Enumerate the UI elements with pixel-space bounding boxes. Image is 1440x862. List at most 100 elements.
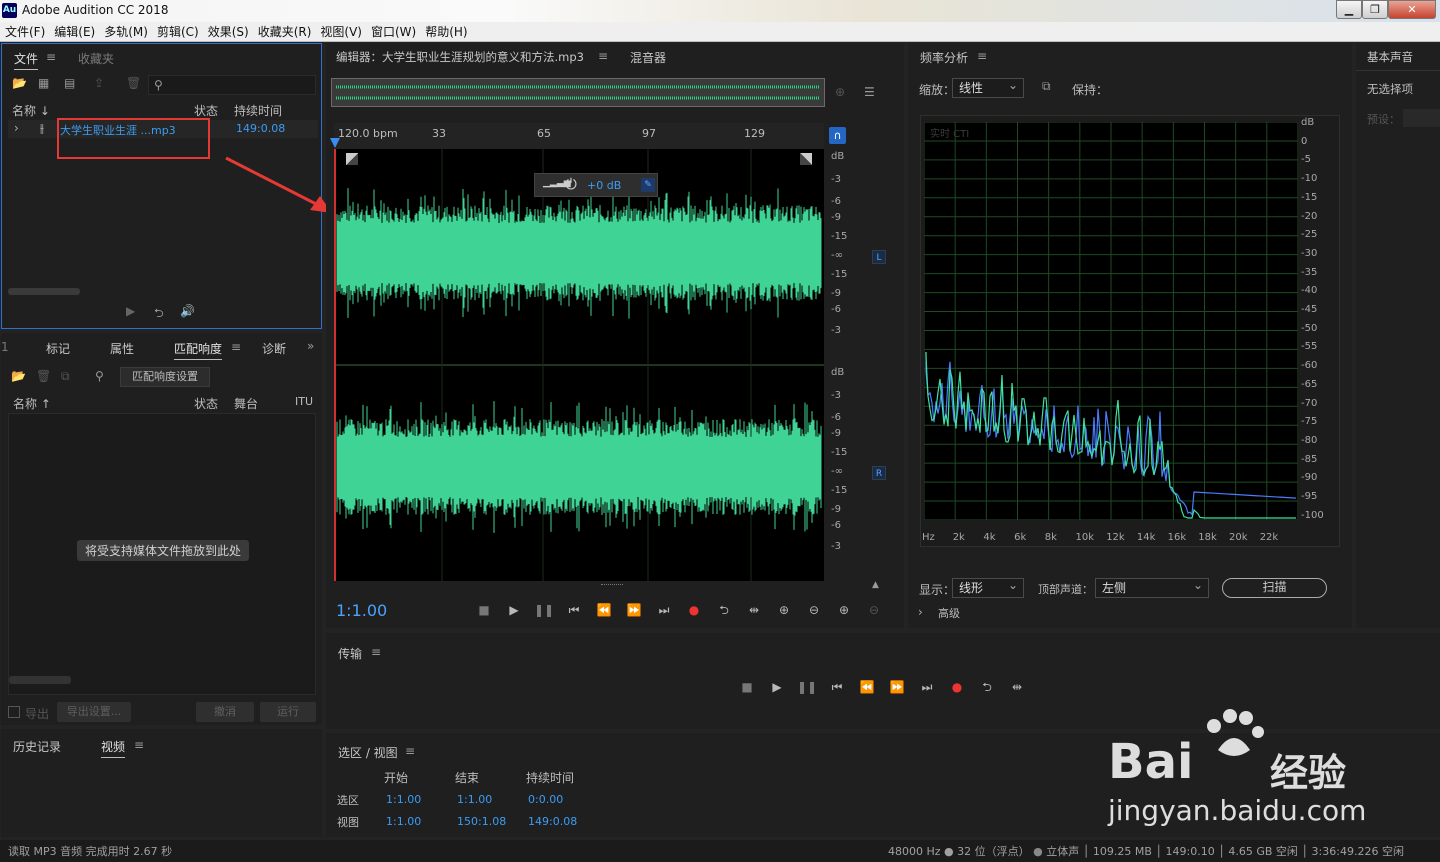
menu-favorites[interactable]: 收藏夹(R) bbox=[254, 22, 316, 42]
undo-button[interactable]: 撤消 bbox=[196, 702, 254, 722]
hamburger-icon[interactable]: ☰ bbox=[864, 85, 875, 99]
zoom-out-amp-icon[interactable]: ⊖ bbox=[799, 603, 829, 617]
volume-hud[interactable]: ▁▂▃▅ ⏻ +0 dB ✎ bbox=[534, 173, 658, 197]
skip-selection-icon[interactable]: ⇹ bbox=[739, 603, 769, 617]
match-settings-button[interactable]: 匹配响度设置 bbox=[120, 367, 210, 387]
view-end[interactable]: 150:1.08 bbox=[457, 815, 506, 828]
menu-window[interactable]: 窗口(W) bbox=[367, 22, 420, 42]
play-icon[interactable]: ▶ bbox=[762, 680, 792, 694]
menu-clip[interactable]: 剪辑(C) bbox=[153, 22, 203, 42]
menu-view[interactable]: 视图(V) bbox=[316, 22, 366, 42]
scroll-up-icon[interactable]: ▲ bbox=[872, 580, 879, 590]
stop-icon[interactable]: ■ bbox=[732, 680, 762, 694]
zoom-in-time-icon[interactable]: ⊕ bbox=[829, 603, 859, 617]
to-start-icon[interactable]: ⏮ bbox=[822, 680, 852, 695]
panel-menu-icon[interactable]: ≡ bbox=[371, 645, 381, 659]
volume-knob-icon[interactable]: ⏻ bbox=[565, 175, 577, 193]
tab-history[interactable]: 历史记录 bbox=[13, 738, 61, 755]
menu-help[interactable]: 帮助(H) bbox=[421, 22, 471, 42]
stop-icon[interactable]: ■ bbox=[469, 603, 499, 617]
play-icon[interactable]: ▶ bbox=[126, 304, 135, 318]
panel-menu-icon[interactable]: ≡ bbox=[46, 50, 56, 64]
col-status[interactable]: 状态 bbox=[194, 395, 218, 412]
more-tabs-icon[interactable]: » bbox=[307, 339, 314, 353]
run-button[interactable]: 运行 bbox=[260, 702, 316, 722]
import-icon[interactable]: ▦ bbox=[38, 76, 49, 90]
overlay-icon[interactable]: ⧉ bbox=[1042, 79, 1051, 94]
maximize-button[interactable]: ❐ bbox=[1362, 0, 1388, 19]
col-duration[interactable]: 持续时间 bbox=[234, 102, 282, 119]
insert-icon[interactable]: ⇪ bbox=[94, 76, 104, 90]
current-time[interactable]: 1:1.00 bbox=[336, 601, 387, 620]
waveform-display[interactable]: ▁▂▃▅ ⏻ +0 dB ✎ bbox=[334, 149, 824, 581]
spectrum-graph[interactable] bbox=[924, 122, 1298, 520]
hscroll-grip[interactable] bbox=[601, 584, 623, 587]
tab-match-loudness[interactable]: 匹配响度 bbox=[174, 340, 223, 360]
panel-menu-icon[interactable]: ≡ bbox=[134, 738, 144, 752]
export-checkbox[interactable] bbox=[8, 706, 20, 718]
col-itu[interactable]: ITU bbox=[295, 395, 313, 408]
list-scrollbar[interactable] bbox=[9, 676, 71, 684]
tab-markers[interactable]: 标记 bbox=[46, 340, 70, 357]
analyze-icon[interactable]: ⚲ bbox=[95, 369, 104, 383]
expand-chevron-icon[interactable]: › bbox=[14, 121, 19, 135]
open-folder-icon[interactable]: 📂 bbox=[11, 369, 26, 383]
col-name[interactable]: 名称 ↓ bbox=[12, 102, 50, 119]
view-duration[interactable]: 149:0.08 bbox=[528, 815, 577, 828]
advanced-label[interactable]: 高级 bbox=[938, 605, 960, 621]
record-icon[interactable]: ● bbox=[942, 680, 972, 694]
close-button[interactable]: ✕ bbox=[1388, 0, 1436, 19]
trash-icon[interactable]: 🗑 bbox=[126, 76, 141, 90]
time-ruler[interactable]: 120.0 bpm 33 65 97 129 bbox=[334, 123, 824, 149]
tab-favorites[interactable]: 收藏夹 bbox=[78, 50, 114, 67]
record-icon[interactable]: ● bbox=[679, 603, 709, 617]
tab-video[interactable]: 视频 bbox=[101, 738, 126, 758]
skip-selection-icon[interactable]: ⇹ bbox=[1002, 680, 1032, 694]
channel-left-button[interactable]: L bbox=[872, 250, 886, 264]
tab-editor[interactable]: 编辑器：大学生职业生涯规划的意义和方法.mp3 bbox=[336, 49, 584, 65]
channel-right-button[interactable]: R bbox=[872, 466, 886, 480]
pause-icon[interactable]: ❚❚ bbox=[792, 680, 822, 694]
col-status[interactable]: 状态 bbox=[194, 102, 218, 119]
play-icon[interactable]: ▶ bbox=[499, 603, 529, 617]
to-start-icon[interactable]: ⏮ bbox=[559, 603, 589, 618]
col-stage[interactable]: 舞台 bbox=[234, 395, 258, 412]
menu-effects[interactable]: 效果(S) bbox=[204, 22, 253, 42]
selection-start[interactable]: 1:1.00 bbox=[386, 793, 421, 806]
new-file-icon[interactable]: ▤ bbox=[64, 76, 75, 90]
panel-menu-icon[interactable]: ≡ bbox=[598, 49, 608, 63]
scan-button[interactable]: 扫描 bbox=[1222, 578, 1327, 598]
pause-icon[interactable]: ❚❚ bbox=[529, 603, 559, 617]
panel-menu-icon[interactable]: ≡ bbox=[231, 340, 241, 354]
pin-icon[interactable]: ✎ bbox=[641, 178, 655, 192]
col-name[interactable]: 名称 ↑ bbox=[13, 395, 51, 412]
menu-edit[interactable]: 编辑(E) bbox=[50, 22, 99, 42]
zoom-out-time-icon[interactable]: ⊖ bbox=[859, 603, 889, 617]
export-settings-button[interactable]: 导出设置... bbox=[57, 702, 131, 722]
copy-icon[interactable]: ⧉ bbox=[61, 369, 70, 384]
zoom-in-amp-icon[interactable]: ⊕ bbox=[769, 603, 799, 617]
waveform-overview[interactable] bbox=[331, 78, 825, 107]
selection-end[interactable]: 1:1.00 bbox=[457, 793, 492, 806]
files-scrollbar[interactable] bbox=[8, 288, 80, 295]
fade-in-handle[interactable] bbox=[346, 153, 358, 165]
preset-select[interactable] bbox=[1403, 109, 1440, 127]
scale-select[interactable]: 线性 bbox=[952, 76, 1024, 98]
tab-properties[interactable]: 属性 bbox=[110, 340, 134, 357]
files-search-input[interactable]: ⚲ bbox=[148, 75, 316, 95]
menu-file[interactable]: 文件(F) bbox=[1, 22, 49, 42]
tab-files[interactable]: 文件 bbox=[14, 50, 39, 70]
view-start[interactable]: 1:1.00 bbox=[386, 815, 421, 828]
match-file-list[interactable]: 将受支持媒体文件拖放到此处 bbox=[8, 413, 316, 695]
to-end-icon[interactable]: ⏭ bbox=[649, 603, 679, 618]
minimize-button[interactable]: ▁ bbox=[1336, 0, 1362, 19]
loop-icon[interactable]: ⮌ bbox=[154, 304, 164, 325]
volume-value[interactable]: +0 dB bbox=[587, 179, 621, 192]
snap-icon[interactable]: ∩ bbox=[829, 127, 846, 144]
advanced-chevron-icon[interactable]: › bbox=[918, 605, 923, 619]
selection-duration[interactable]: 0:0.00 bbox=[528, 793, 563, 806]
menu-multitrack[interactable]: 多轨(M) bbox=[100, 22, 152, 42]
loop-icon[interactable]: ⮌ bbox=[709, 601, 739, 622]
tab-mixer[interactable]: 混音器 bbox=[630, 49, 666, 66]
open-folder-icon[interactable]: 📂 bbox=[12, 76, 27, 90]
